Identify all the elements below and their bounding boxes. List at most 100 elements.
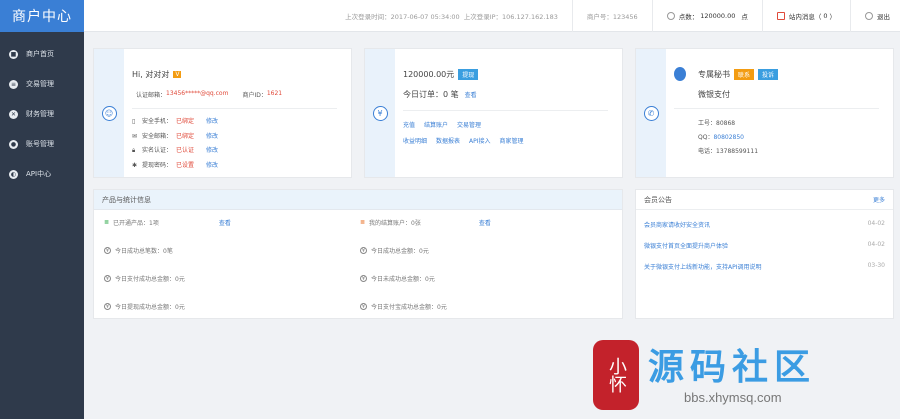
stat-item: ¥ 今日支付成功总金额： 0元 [104,275,185,283]
security-row: 🔒︎ 实名认证： 已认证 修改 [132,144,218,159]
logout-button[interactable]: 退出 [865,11,890,21]
trade-icon: ≡ [9,79,18,89]
qq-label: QQ： [698,134,714,141]
product-icon: ≣ [104,219,110,226]
contact-button[interactable]: 联系 [734,69,755,80]
mail-icon: ✉ [132,132,138,140]
id-value: 80868 [716,120,736,127]
sidebar-item-finance[interactable]: ✕ 财务管理 [0,104,84,124]
id-label: 工号： [698,120,717,127]
quick-links-row-2: 收益明细 数据报表 API接入 商家管理 [403,136,524,145]
withdraw-button[interactable]: 提现 [458,69,479,80]
phone-label: 电话： [698,148,717,155]
quick-link[interactable]: API接入 [469,136,491,145]
sidebar-item-trade[interactable]: ≡ 交易管理 [0,74,84,94]
secretary-card-side: ✆ [636,49,666,177]
api-icon: ◐ [9,169,18,179]
watermark-seal: 小怀 [593,340,639,410]
coin-icon: ¥ [360,303,367,310]
qq-link[interactable]: 80802850 [713,134,744,141]
quick-link[interactable]: 商家管理 [500,136,524,145]
stat-item: ¥ 今日支付宝成功总金额： 0元 [360,303,447,311]
news-title: 会员公告 [644,195,672,204]
account-card: ☺ Hi, 对对对 V 认证邮箱： 13456*****@qq.com 商户ID… [93,48,352,178]
stat-item: ¥ 今日未成功总金额： 0元 [360,275,435,283]
view-orders-link[interactable]: 查看 [465,90,477,99]
merchant-id-value: 1621 [266,90,283,97]
news-item[interactable]: 微银支付首页全面提升商户体验 04-02 [644,241,885,250]
news-item[interactable]: 会员商家请收好安全资讯 04-02 [644,220,885,229]
quick-link[interactable]: 结算账户 [424,120,448,129]
stat-item: ¥ 今日提现成功总金额： 0元 [104,303,185,311]
watermark-url: bbs.xhymsq.com [684,390,782,405]
stat-item: ¥ 今日成功总笔数： 0笔 [104,247,173,255]
secretary-card: ✆ 专属秘书 联系 投诉 微银支付 工号：80868 QQ：80802850 电… [635,48,894,178]
email-label: 认证邮箱： [136,92,167,99]
sidebar-item-api[interactable]: ◐ API中心 [0,164,84,184]
view-products-link[interactable]: 查看 [219,218,231,227]
key-icon: ✱ [132,161,138,169]
modify-link[interactable]: 修改 [206,130,218,145]
news-header: 会员公告 更多 [636,190,893,210]
sidebar-item-account[interactable]: ● 账号管理 [0,134,84,154]
merchant-id-label: 商户ID： [242,92,267,99]
message-link[interactable]: 站内消息（ 0 ） [776,11,836,21]
points-display: 点数： 120000.00 点 [666,11,748,21]
quick-link[interactable]: 数据报表 [436,136,460,145]
phone-icon: ✆ [643,105,659,121]
stats-panel: 产品与统计信息 ≣ 已开通产品： 1项 查看 ≣ 我的结算账户： 0张 查看 ¥ 今日… [93,189,623,319]
phone-icon: ▯ [132,118,136,125]
modify-link[interactable]: 修改 [206,159,218,174]
account-card-side: ☺ [94,49,124,177]
watermark-title: 源码社区 [648,346,817,388]
last-login-ip: 上次登录IP：106.127.162.183 [463,12,558,21]
watermark: 小怀 源码社区 bbs.xhymsq.com [578,332,900,419]
mail-icon [776,11,785,20]
view-accounts-link[interactable]: 查看 [479,218,491,227]
modify-link[interactable]: 修改 [206,144,218,159]
merchant-number: 商户号：123456 [586,12,638,21]
lock-icon: 🔒︎ [132,147,136,154]
security-row: ✱ 提现密码： 已设置 修改 [132,159,218,174]
secretary-avatar-icon [674,67,686,81]
sidebar-item-label: 财务管理 [26,110,54,118]
phone-value: 13788599111 [716,148,759,155]
power-icon [865,11,873,20]
finance-icon: ✕ [9,109,18,119]
sidebar-item-label: 商户首页 [26,50,54,58]
quick-link[interactable]: 充值 [403,120,415,129]
user-avatar-icon: ☺ [101,105,117,121]
balance-amount: 120000.00元 [403,70,455,79]
stat-item: ≣ 我的结算账户： 0张 查看 [360,218,491,227]
today-orders: 今日订单：0 笔 [403,90,459,99]
stats-title: 产品与统计信息 [102,195,151,204]
app-logo: 商户中心 [0,0,84,32]
coin-icon [666,11,675,20]
security-row: ▯ 安全手机： 已绑定 修改 [132,115,218,130]
topbar: 上次登录时间：2017-06-07 05:34:00 上次登录IP：106.12… [84,0,900,32]
stat-item: ¥ 今日成功总金额： 0元 [360,247,429,255]
vip-badge: V [173,71,182,78]
last-login-time: 上次登录时间：2017-06-07 05:34:00 [345,12,460,21]
account-list-icon: ≣ [360,219,366,226]
secretary-name: 微银支付 [698,90,730,99]
quick-link[interactable]: 收益明细 [403,136,427,145]
user-icon: ● [9,139,18,149]
balance-card-side: ¥ [365,49,395,177]
security-row: ✉ 安全邮箱： 已绑定 修改 [132,130,218,145]
news-item[interactable]: 关于微银支付上线新功能，支持API调用说明 03-30 [644,262,885,271]
secretary-title: 专属秘书 [698,70,730,79]
quick-link[interactable]: 交易管理 [457,120,481,129]
coin-icon: ¥ [104,303,111,310]
sidebar-item-label: 交易管理 [26,80,54,88]
sidebar-item-label: API中心 [26,170,52,178]
sidebar-item-label: 账号管理 [26,140,54,148]
stats-header: 产品与统计信息 [94,190,622,210]
more-link[interactable]: 更多 [873,195,885,204]
sidebar-item-home[interactable]: ■ 商户首页 [0,44,84,64]
coin-icon: ¥ [104,247,111,254]
coin-icon: ¥ [360,247,367,254]
news-panel: 会员公告 更多 会员商家请收好安全资讯 04-02 微银支付首页全面提升商户体验 0… [635,189,894,319]
modify-link[interactable]: 修改 [206,115,218,130]
complain-button[interactable]: 投诉 [758,69,779,80]
